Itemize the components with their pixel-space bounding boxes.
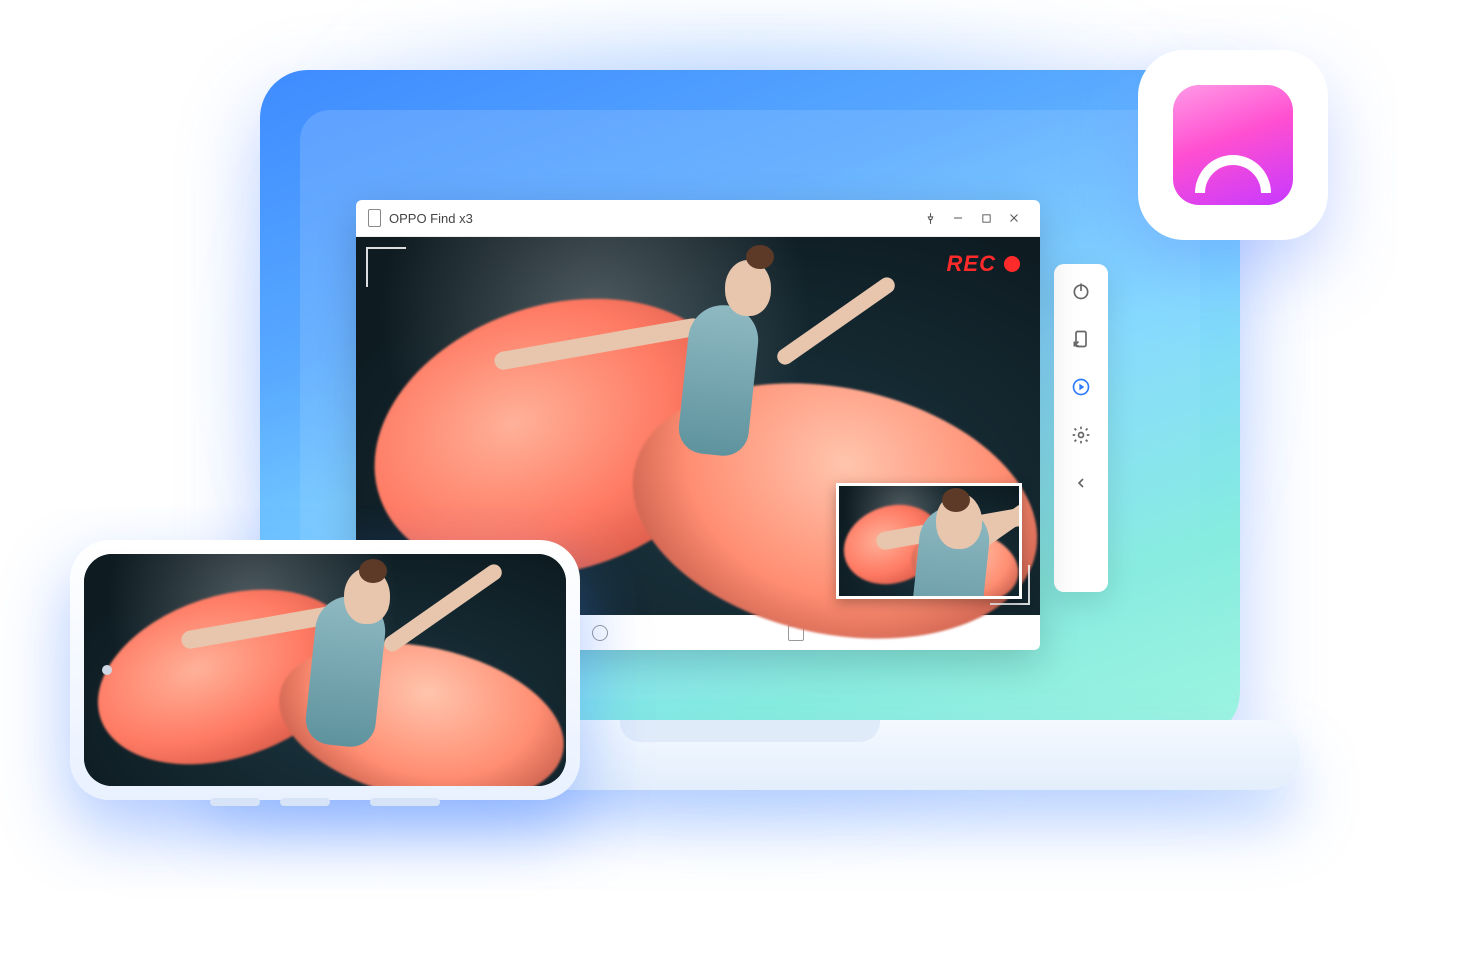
window-title: OPPO Find x3 — [389, 211, 916, 226]
phone-device — [70, 540, 580, 800]
power-button[interactable] — [1068, 278, 1094, 304]
close-button[interactable] — [1000, 204, 1028, 232]
settings-button[interactable] — [1068, 422, 1094, 448]
maximize-button[interactable] — [972, 204, 1000, 232]
picture-in-picture[interactable] — [836, 483, 1022, 599]
airplay-icon — [1195, 155, 1271, 193]
phone-side-button — [280, 798, 330, 806]
stage: OPPO Find x3 — [0, 0, 1458, 960]
dancer-image — [84, 554, 566, 786]
titlebar[interactable]: OPPO Find x3 — [356, 200, 1040, 237]
phone-screen[interactable] — [84, 554, 566, 786]
phone-camera-icon — [102, 665, 112, 675]
phone-side-button — [210, 798, 260, 806]
nav-home-icon[interactable] — [592, 625, 608, 641]
rec-dot-icon — [1004, 256, 1020, 272]
pin-button[interactable] — [916, 204, 944, 232]
app-icon-glyph — [1173, 85, 1293, 205]
record-button[interactable] — [1068, 374, 1094, 400]
frame-corner — [366, 247, 406, 287]
minimize-button[interactable] — [944, 204, 972, 232]
side-toolbar — [1054, 264, 1108, 592]
rec-indicator: REC — [947, 251, 1020, 277]
laptop-notch — [620, 720, 880, 742]
phone-side-button — [370, 798, 440, 806]
rec-label: REC — [947, 251, 996, 277]
phone-icon — [368, 209, 381, 227]
screenshot-button[interactable] — [1068, 326, 1094, 352]
app-icon[interactable] — [1138, 50, 1328, 240]
collapse-button[interactable] — [1068, 470, 1094, 496]
